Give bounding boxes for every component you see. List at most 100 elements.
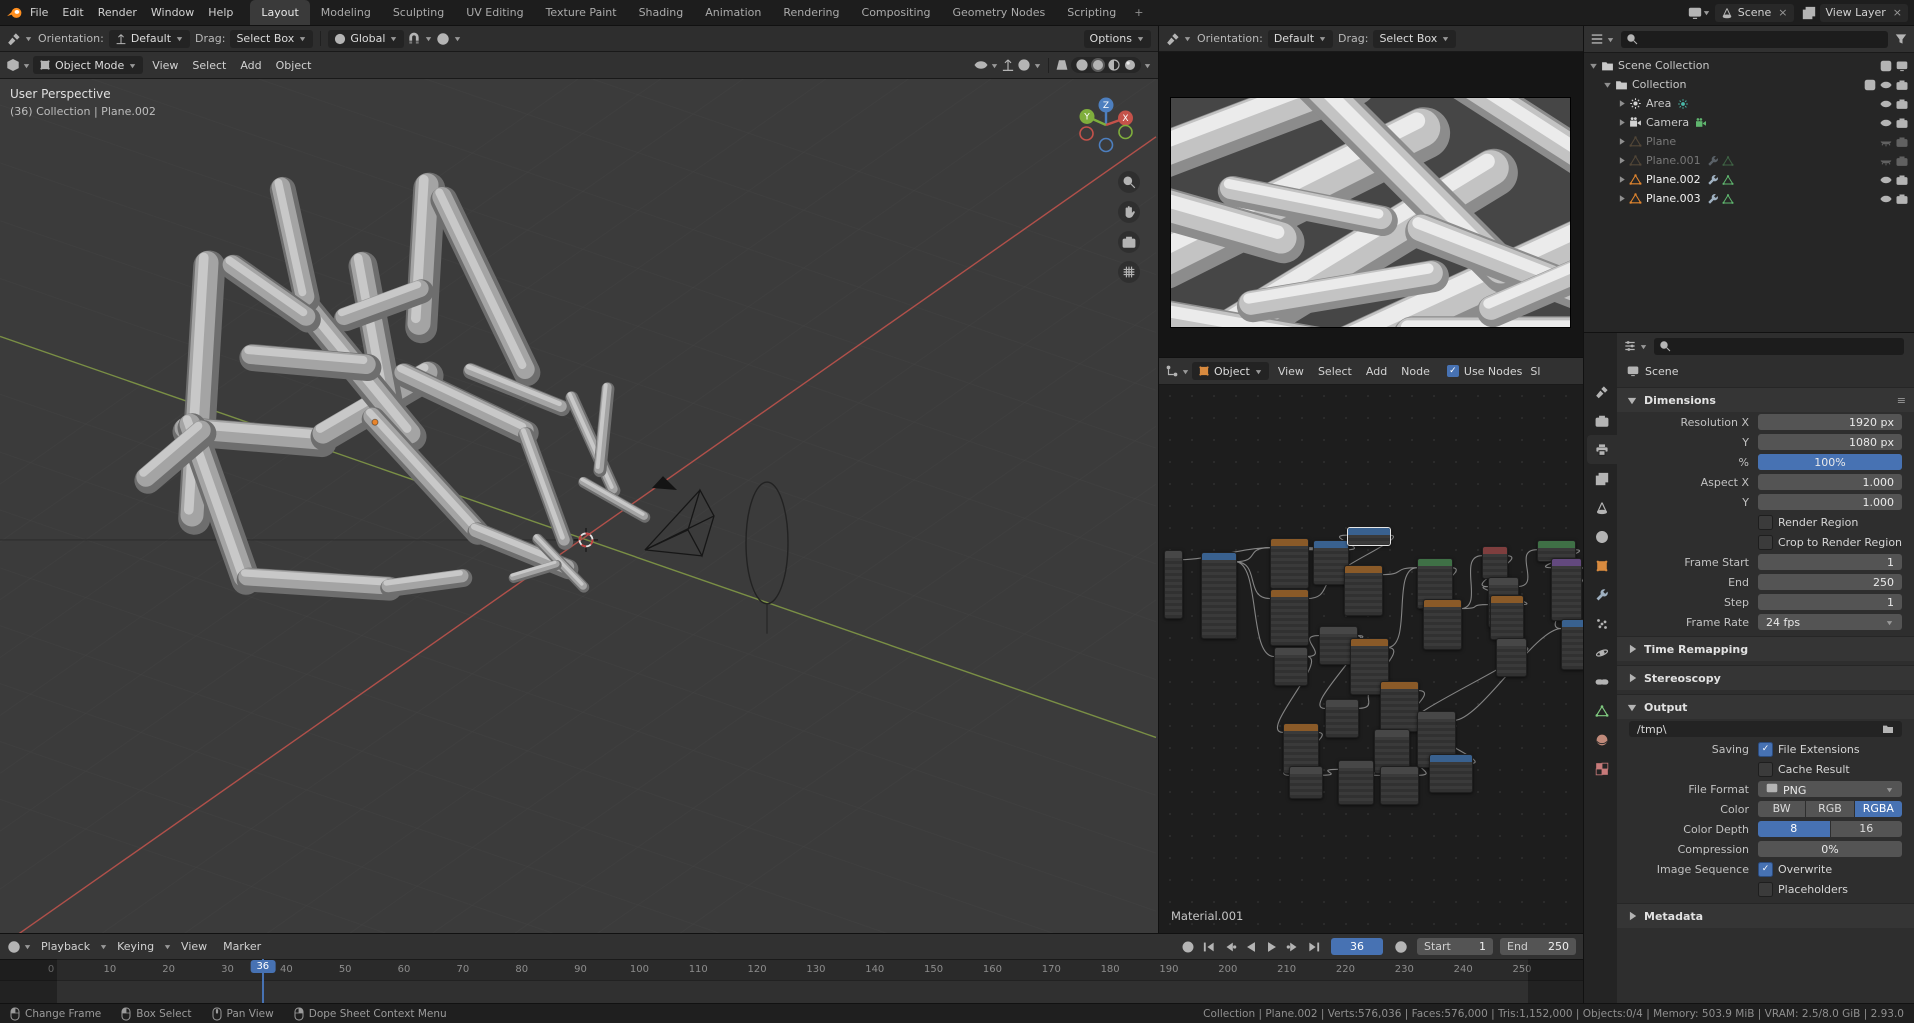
- jump-to-end-button[interactable]: [1304, 937, 1323, 956]
- drag-dropdown[interactable]: Select Box: [230, 29, 314, 48]
- shader-node[interactable]: [1270, 589, 1309, 646]
- shader-node[interactable]: [1338, 760, 1374, 805]
- outliner-search[interactable]: [1621, 30, 1888, 48]
- frame-end-field[interactable]: End 250: [1500, 938, 1576, 955]
- slider-item[interactable]: 100%: [1758, 454, 1902, 470]
- shader-node[interactable]: [1164, 550, 1183, 619]
- menu-playback[interactable]: Playback: [34, 940, 97, 953]
- expand-icon[interactable]: [1616, 193, 1627, 204]
- expand-icon[interactable]: [1588, 60, 1599, 71]
- properties-tab-tool[interactable]: [1587, 377, 1617, 406]
- properties-tab-view-layer[interactable]: [1587, 464, 1617, 493]
- properties-tab-world[interactable]: [1587, 522, 1617, 551]
- topbar-menu-render[interactable]: Render: [91, 6, 144, 19]
- camera-toggle-icon[interactable]: [1896, 117, 1908, 129]
- properties-tab-modifiers[interactable]: [1587, 580, 1617, 609]
- properties-tab-texture[interactable]: [1587, 754, 1617, 783]
- output-path-field[interactable]: /tmp\: [1629, 721, 1902, 737]
- tab-item[interactable]: +: [1127, 0, 1150, 25]
- field-aspect-x[interactable]: 1.000: [1758, 474, 1902, 490]
- enum-option-bw[interactable]: BW: [1758, 801, 1806, 817]
- camera-toggle-icon[interactable]: [1896, 174, 1908, 186]
- checkbox-icon[interactable]: [1880, 60, 1892, 72]
- properties-tab-scene[interactable]: [1587, 493, 1617, 522]
- eye-icon[interactable]: [1880, 98, 1892, 110]
- orientation-dropdown[interactable]: Default: [1267, 29, 1334, 48]
- camera-toggle-icon[interactable]: [1896, 79, 1908, 91]
- properties-tab-output[interactable]: [1587, 435, 1617, 464]
- prev-keyframe-button[interactable]: [1220, 937, 1239, 956]
- section-metadata[interactable]: Metadata: [1617, 903, 1914, 928]
- shading-wireframe-icon[interactable]: [1075, 58, 1089, 72]
- properties-tab-physics[interactable]: [1587, 638, 1617, 667]
- eye-icon[interactable]: [1880, 193, 1892, 205]
- camera-toggle-icon[interactable]: [1896, 193, 1908, 205]
- shading-solid-icon[interactable]: [1091, 58, 1105, 72]
- properties-tab-material[interactable]: [1587, 725, 1617, 754]
- shader-node[interactable]: [1380, 681, 1419, 732]
- view-layer-browse-icon[interactable]: [1802, 6, 1816, 20]
- properties-tab-particles[interactable]: [1587, 609, 1617, 638]
- expand-icon[interactable]: [1616, 98, 1627, 109]
- topbar-menu-help[interactable]: Help: [201, 6, 240, 19]
- use-preview-range-button[interactable]: [1391, 937, 1410, 956]
- checkbox-file-extensions[interactable]: ✓: [1758, 741, 1773, 757]
- blender-logo-icon[interactable]: [6, 4, 23, 21]
- tab-uv-editing[interactable]: UV Editing: [455, 0, 534, 25]
- shader-node[interactable]: [1429, 754, 1473, 793]
- menu-keying[interactable]: Keying: [110, 940, 161, 953]
- render-preview-canvas[interactable]: [1159, 52, 1583, 357]
- scene-browse-caret-icon[interactable]: [1702, 8, 1711, 17]
- field-step[interactable]: 1: [1758, 594, 1902, 610]
- xray-icon[interactable]: [1055, 58, 1069, 72]
- properties-tab-render[interactable]: [1587, 406, 1617, 435]
- view-layer-selector[interactable]: View Layer ×: [1819, 3, 1908, 22]
- proportional-caret-icon[interactable]: [453, 34, 462, 43]
- proportional-edit-icon[interactable]: [436, 32, 450, 46]
- editor-type-icon[interactable]: [1590, 32, 1604, 46]
- node-menu-view[interactable]: View: [1271, 365, 1311, 378]
- properties-tab-constraints[interactable]: [1587, 667, 1617, 696]
- orientation-dropdown[interactable]: Default: [108, 29, 191, 48]
- mode-dropdown[interactable]: Object Mode: [33, 56, 144, 74]
- properties-search[interactable]: [1654, 337, 1904, 355]
- tool-caret-icon[interactable]: [24, 34, 33, 43]
- outliner-search-input[interactable]: [1642, 31, 1883, 47]
- editor-type-icon[interactable]: [1623, 339, 1637, 353]
- tab-compositing[interactable]: Compositing: [851, 0, 942, 25]
- checkbox-crop-to-render-region[interactable]: [1758, 534, 1773, 550]
- checkbox-overwrite[interactable]: ✓: [1758, 861, 1773, 877]
- node-menu-node[interactable]: Node: [1394, 365, 1437, 378]
- shader-node[interactable]: [1380, 766, 1419, 805]
- shader-node[interactable]: [1551, 558, 1582, 621]
- active-tool-icon[interactable]: [7, 32, 21, 46]
- snap-magnet-icon[interactable]: [407, 32, 421, 46]
- shader-node[interactable]: [1490, 595, 1524, 640]
- visibility-caret-icon[interactable]: [990, 61, 999, 70]
- shader-node[interactable]: [1561, 619, 1583, 670]
- topbar-menu-window[interactable]: Window: [144, 6, 201, 19]
- transform-orientation-dropdown[interactable]: Global: [328, 29, 405, 48]
- tab-scripting[interactable]: Scripting: [1056, 0, 1127, 25]
- outliner-row-plane-001[interactable]: Plane.001: [1584, 151, 1914, 170]
- outliner-row-camera[interactable]: Camera: [1584, 113, 1914, 132]
- zoom-button[interactable]: [1118, 171, 1140, 193]
- shading-caret-icon[interactable]: [1143, 61, 1152, 70]
- drag-dropdown[interactable]: Select Box: [1373, 29, 1457, 48]
- viewport-canvas[interactable]: User Perspective (36) Collection | Plane…: [0, 79, 1158, 933]
- tab-rendering[interactable]: Rendering: [772, 0, 850, 25]
- shader-node[interactable]: [1423, 599, 1462, 650]
- field-frame-start[interactable]: 1: [1758, 554, 1902, 570]
- expand-icon[interactable]: [1616, 136, 1627, 147]
- options-dropdown[interactable]: Options: [1083, 29, 1151, 48]
- section-output[interactable]: Output: [1617, 694, 1914, 719]
- editor-type-caret-icon[interactable]: [1606, 35, 1615, 44]
- camera-toggle-icon[interactable]: [1896, 98, 1908, 110]
- play-button[interactable]: [1262, 937, 1281, 956]
- shader-node[interactable]: [1482, 546, 1508, 579]
- checkbox-icon[interactable]: [1864, 79, 1876, 91]
- checkbox-cache-result[interactable]: [1758, 761, 1773, 777]
- shader-node[interactable]: [1289, 766, 1323, 799]
- enum-option-rgba[interactable]: RGBA: [1854, 801, 1902, 817]
- eye-off-icon[interactable]: [1880, 155, 1892, 167]
